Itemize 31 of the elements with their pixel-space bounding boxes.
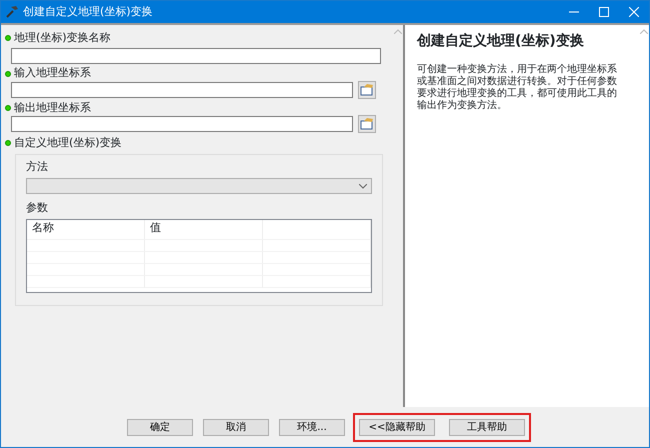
help-title: 创建自定义地理(坐标)变换 — [417, 32, 585, 51]
dialog-button[interactable]: 环境... — [279, 418, 345, 436]
required-indicator — [5, 105, 11, 112]
folder-icon — [360, 84, 374, 96]
field-label: 方法 — [26, 159, 48, 175]
text-field[interactable] — [10, 82, 352, 98]
dialog-button[interactable]: <<隐藏帮助 — [359, 418, 435, 436]
text-field[interactable] — [10, 116, 352, 132]
dialog-button[interactable]: 取消 — [203, 418, 269, 436]
parameter-label: 输入地理坐标系 — [14, 65, 91, 82]
column-header: 值 — [145, 220, 263, 240]
caret-icon — [359, 184, 367, 189]
browse-button[interactable] — [358, 115, 376, 134]
help-text: 可创建一种变换方法，用于在两个地理坐标系或基准面之间对数据进行转换。对于任何参数要求进行地理变换的工具，都可使用此工具的输出作为变换方法。 — [417, 64, 618, 112]
browse-button[interactable] — [358, 80, 376, 98]
dialog-button[interactable]: 确定 — [127, 418, 193, 436]
dialog-button[interactable]: 工具帮助 — [449, 418, 525, 436]
field-label: 参数 — [26, 200, 48, 216]
window-title: 创建自定义地理(坐标)变换 — [23, 4, 153, 20]
folder-icon — [360, 118, 374, 130]
close-icon — [629, 7, 639, 17]
text-field[interactable] — [10, 48, 380, 64]
parameter-label: 地理(坐标)变换名称 — [14, 30, 111, 46]
parameter-label: 自定义地理(坐标)变换 — [14, 134, 122, 151]
hammer-icon — [5, 5, 19, 19]
required-indicator — [5, 140, 11, 146]
required-indicator — [5, 35, 11, 41]
required-indicator — [5, 70, 11, 76]
column-header: 名称 — [27, 220, 145, 240]
maximize-icon — [599, 7, 609, 17]
parameter-label: 输出地理坐标系 — [14, 100, 91, 116]
